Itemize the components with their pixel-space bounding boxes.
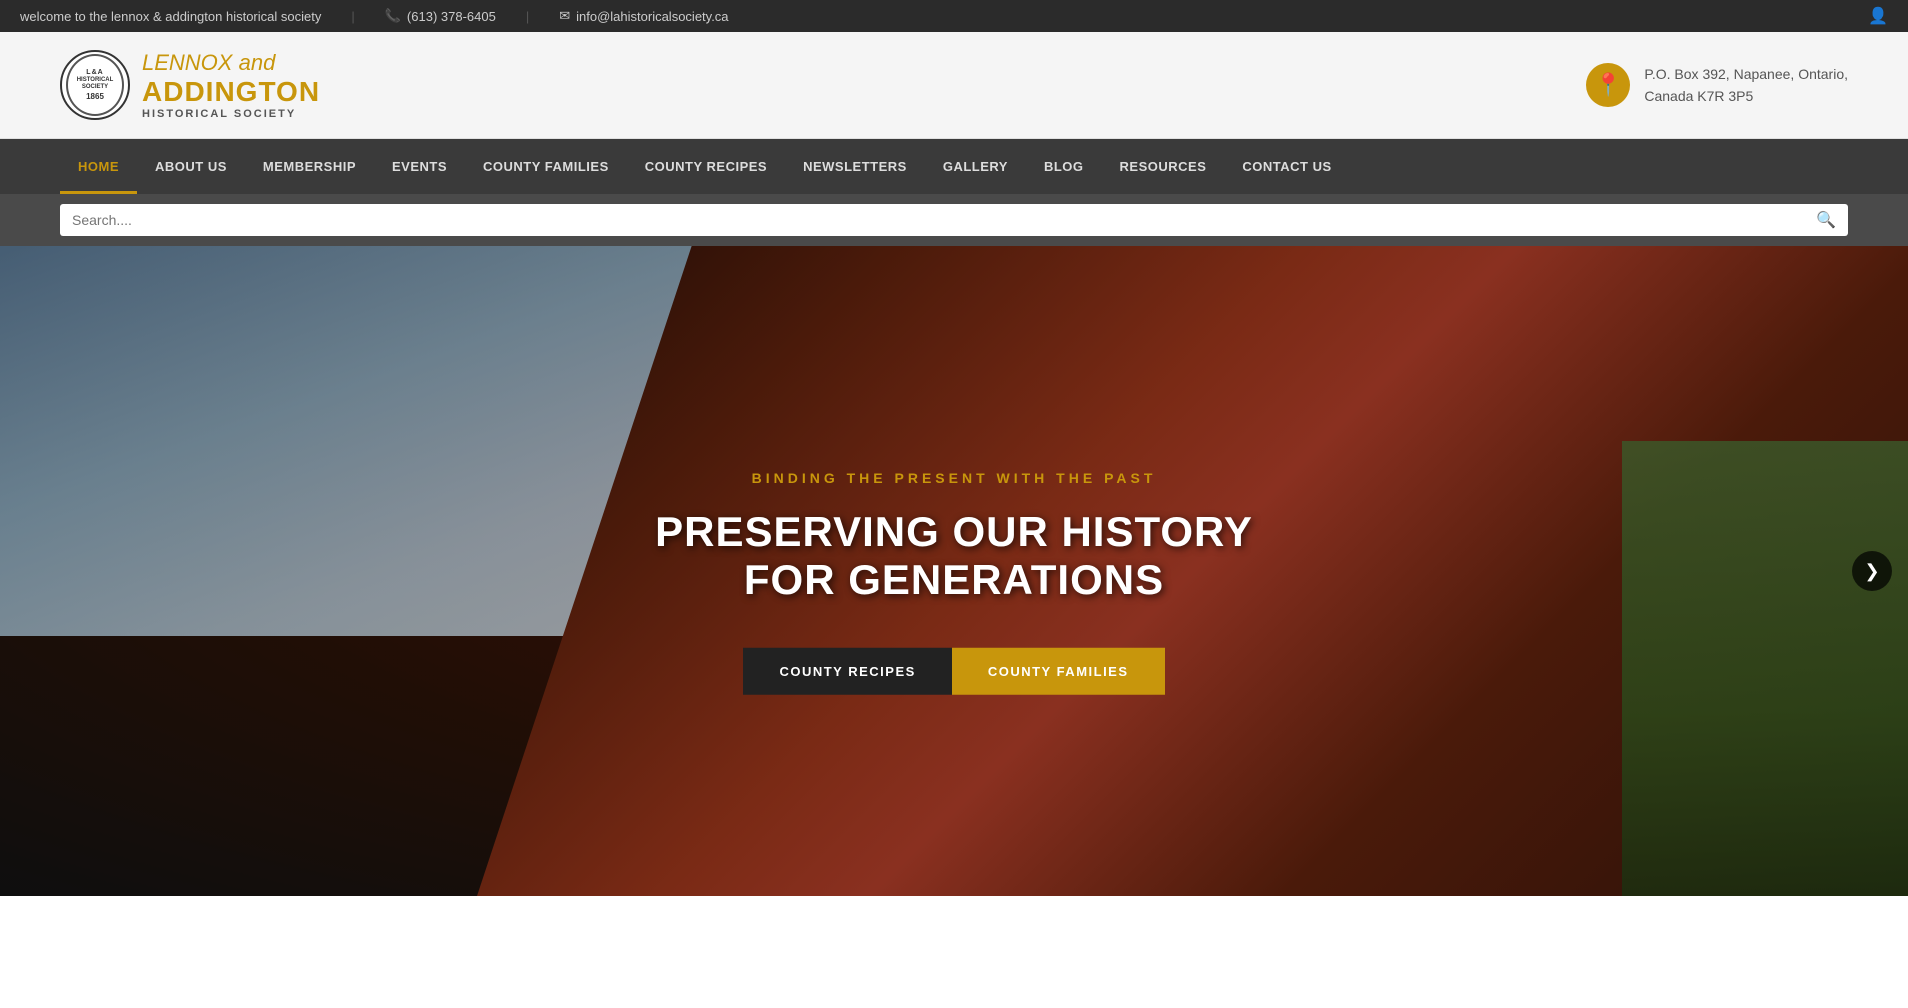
location-pin-icon: 📍 xyxy=(1586,63,1630,107)
main-nav: HOME ABOUT US MEMBERSHIP EVENTS COUNTY F… xyxy=(0,139,1908,194)
nav-item-about[interactable]: ABOUT US xyxy=(137,139,245,194)
search-input[interactable] xyxy=(72,212,1816,228)
nav-item-membership[interactable]: MEMBERSHIP xyxy=(245,139,374,194)
logo-text: LENNOX and ADDINGTON HISTORICAL SOCIETY xyxy=(142,50,320,120)
email-icon: ✉ xyxy=(559,8,570,24)
hero-content: BINDING THE PRESENT WITH THE PAST PRESER… xyxy=(604,470,1304,695)
nav-item-county-recipes[interactable]: COUNTY RECIPES xyxy=(627,139,785,194)
address-area: 📍 P.O. Box 392, Napanee, Ontario, Canada… xyxy=(1586,63,1848,108)
phone-number: (613) 378-6405 xyxy=(407,9,496,24)
site-header: L&A HISTORICAL SOCIETY 1865 LENNOX and A… xyxy=(0,32,1908,139)
nav-item-newsletters[interactable]: NEWSLETTERS xyxy=(785,139,925,194)
nav-item-blog[interactable]: BLOG xyxy=(1026,139,1102,194)
nav-item-county-families[interactable]: COUNTY FAMILIES xyxy=(465,139,627,194)
hero-next-arrow[interactable]: ❯ xyxy=(1852,551,1892,591)
welcome-text: welcome to the lennox & addington histor… xyxy=(20,9,321,24)
phone-icon: 📞 xyxy=(385,8,401,24)
address-line2: Canada K7R 3P5 xyxy=(1644,85,1848,107)
hero-subtitle: BINDING THE PRESENT WITH THE PAST xyxy=(604,470,1304,486)
nav-item-gallery[interactable]: GALLERY xyxy=(925,139,1026,194)
phone-contact: 📞 (613) 378-6405 xyxy=(385,8,496,24)
logo-area[interactable]: L&A HISTORICAL SOCIETY 1865 LENNOX and A… xyxy=(60,50,320,120)
email-contact: ✉ info@lahistoricalsociety.ca xyxy=(559,8,728,24)
hero-section: BINDING THE PRESENT WITH THE PAST PRESER… xyxy=(0,246,1908,896)
logo-subtitle: HISTORICAL SOCIETY xyxy=(142,108,320,120)
address-text: P.O. Box 392, Napanee, Ontario, Canada K… xyxy=(1644,63,1848,108)
search-input-wrap: 🔍 xyxy=(60,204,1848,236)
county-recipes-button[interactable]: COUNTY RECIPES xyxy=(743,648,951,695)
email-address: info@lahistoricalsociety.ca xyxy=(576,9,728,24)
logo-circle: L&A HISTORICAL SOCIETY 1865 xyxy=(60,50,130,120)
hero-foliage xyxy=(1622,441,1908,896)
search-icon[interactable]: 🔍 xyxy=(1816,210,1836,230)
address-line1: P.O. Box 392, Napanee, Ontario, xyxy=(1644,63,1848,85)
nav-item-resources[interactable]: RESOURCES xyxy=(1102,139,1225,194)
social-icon[interactable]: 👤 xyxy=(1868,6,1888,26)
nav-item-events[interactable]: EVENTS xyxy=(374,139,465,194)
hero-buttons: COUNTY RECIPES COUNTY FAMILIES xyxy=(604,648,1304,695)
logo-lennox: LENNOX and xyxy=(142,50,320,76)
nav-item-contact[interactable]: CONTACT US xyxy=(1224,139,1349,194)
nav-item-home[interactable]: HOME xyxy=(60,139,137,194)
county-families-button[interactable]: COUNTY FAMILIES xyxy=(952,648,1165,695)
hero-title: PRESERVING OUR HISTORY FOR GENERATIONS xyxy=(604,508,1304,604)
search-bar-wrap: 🔍 xyxy=(0,194,1908,246)
logo-addington: ADDINGTON xyxy=(142,76,320,108)
top-bar: welcome to the lennox & addington histor… xyxy=(0,0,1908,32)
